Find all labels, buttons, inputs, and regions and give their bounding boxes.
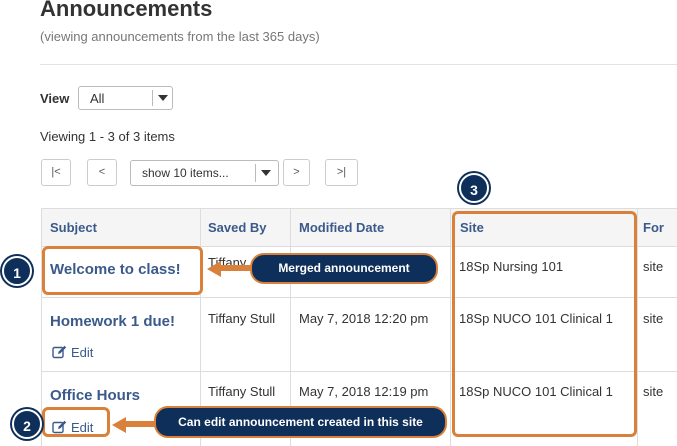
prev-page-button[interactable]: < <box>87 159 117 186</box>
highlight-box-subject <box>42 246 203 295</box>
viewing-count: Viewing 1 - 3 of 3 items <box>40 129 175 144</box>
arrow-left-icon <box>207 261 221 277</box>
column-header-subject[interactable]: Subject <box>50 220 97 235</box>
saved-by-cell: Tiffany Stull <box>208 311 276 326</box>
announcement-link[interactable]: Homework 1 due! <box>50 313 175 330</box>
step-badge-2: 2 <box>12 409 42 439</box>
modified-date-cell: May 7, 2018 12:20 pm <box>299 311 429 326</box>
for-cell: site <box>643 311 664 326</box>
column-header-saved-by[interactable]: Saved By <box>208 220 267 235</box>
column-divider <box>450 208 451 446</box>
pencil-square-icon <box>52 345 67 359</box>
arrow-left-icon <box>112 417 126 433</box>
page-title: Announcements <box>40 0 213 21</box>
step-badge-3: 3 <box>459 173 489 203</box>
announcement-link[interactable]: Office Hours <box>50 387 140 404</box>
next-page-button[interactable]: > <box>283 159 310 186</box>
page-size-separator <box>255 164 256 182</box>
page-size-value: show 10 items... <box>142 166 229 180</box>
step-badge-1: 1 <box>2 256 32 286</box>
callout-can-edit: Can edit announcement created in this si… <box>154 406 447 438</box>
caret-down-icon <box>261 170 271 176</box>
column-header-for[interactable]: For <box>643 220 664 235</box>
highlight-box-site-column <box>452 211 637 437</box>
view-label: View <box>40 91 70 106</box>
view-select-separator <box>152 90 153 106</box>
view-select[interactable]: All <box>78 86 173 110</box>
for-cell: site <box>643 259 664 274</box>
page-size-select[interactable]: show 10 items... <box>130 160 279 186</box>
view-select-value: All <box>90 91 105 106</box>
edit-label: Edit <box>71 345 94 360</box>
edit-link[interactable]: Edit <box>52 345 93 360</box>
callout-merged: Merged announcement <box>250 253 438 284</box>
divider <box>40 64 677 65</box>
column-header-modified-date[interactable]: Modified Date <box>299 220 384 235</box>
page-subtitle: (viewing announcements from the last 365… <box>40 29 320 44</box>
last-page-button[interactable]: >| <box>325 159 358 186</box>
modified-date-cell: May 7, 2018 12:19 pm <box>299 384 429 399</box>
caret-down-icon <box>158 95 168 101</box>
first-page-button[interactable]: |< <box>41 159 71 186</box>
for-cell: site <box>643 384 664 399</box>
column-divider <box>637 208 638 446</box>
saved-by-cell: Tiffany Stull <box>208 384 276 399</box>
arrow-shaft <box>220 265 254 271</box>
highlight-box-edit <box>42 407 110 437</box>
